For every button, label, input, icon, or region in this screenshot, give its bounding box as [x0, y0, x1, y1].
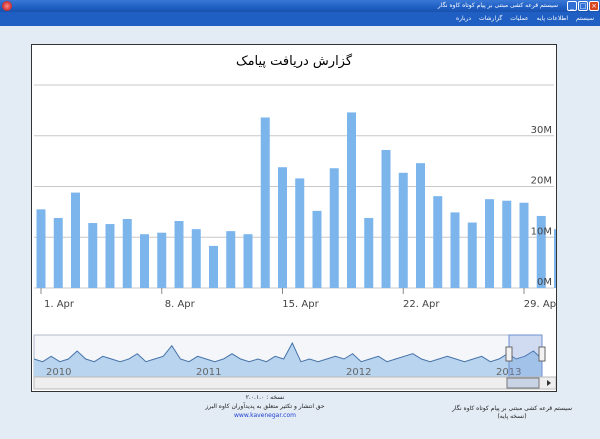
navigator-year-label: 2012: [346, 367, 371, 378]
bars: [36, 112, 556, 288]
y-tick-label: 0M: [537, 277, 552, 288]
bar: [88, 223, 98, 288]
y-tick-label: 20M: [531, 176, 552, 187]
footer-left: نسخه : ۲.۰.۱.۰ حق انتشار و تکثیر متعلق ب…: [150, 393, 380, 420]
bar: [485, 199, 494, 288]
menu-item-about[interactable]: درباره: [456, 12, 471, 26]
bar: [364, 217, 374, 288]
scrollbar-thumb[interactable]: [506, 377, 540, 389]
bar: [398, 172, 408, 288]
navigator-year-label: 2010: [46, 367, 71, 378]
scrollbar-track: [33, 376, 556, 390]
bar: [36, 209, 46, 288]
menu-item-base-info[interactable]: اطلاعات پایه: [537, 12, 568, 26]
bar: [174, 221, 184, 288]
maximize-button[interactable]: □: [578, 1, 588, 11]
close-button[interactable]: ×: [589, 1, 599, 11]
x-tick-label: 29. Apr: [524, 299, 556, 310]
bar: [140, 234, 149, 288]
menu-item-reports[interactable]: گزارشات: [479, 12, 502, 26]
version-text: نسخه : ۲.۰.۱.۰: [245, 394, 285, 401]
navigator-selection[interactable]: [508, 334, 543, 378]
x-tick-label: 8. Apr: [165, 299, 196, 310]
website-link[interactable]: www.kavenegar.com: [150, 411, 380, 420]
chart-title: گزارش دریافت پیامک: [236, 53, 353, 69]
edition-text: (نسخه پایه): [497, 413, 527, 420]
menu: سیستم اطلاعات پایه عملیات گزارشات درباره: [456, 12, 594, 26]
bar: [243, 234, 253, 288]
bar: [295, 178, 305, 288]
bar: [226, 231, 236, 288]
x-axis-ticks: 1. Apr8. Apr15. Apr22. Apr29. Apr6. May: [40, 288, 556, 310]
bar: [450, 212, 460, 288]
bar: [554, 229, 556, 288]
bar: [191, 229, 201, 288]
bar: [260, 117, 270, 288]
bar: [209, 245, 218, 288]
minimize-button[interactable]: _: [567, 1, 577, 11]
bar: [381, 149, 391, 288]
bar: [312, 210, 322, 288]
window-title: سیستم قرعه کشی مبتنی بر پیام کوتاه کاوه …: [437, 2, 558, 9]
title-bar: سیستم قرعه کشی مبتنی بر پیام کوتاه کاوه …: [0, 0, 600, 12]
bar: [71, 192, 80, 288]
y-tick-label: 30M: [531, 125, 552, 136]
bar: [467, 222, 477, 288]
bar: [53, 217, 63, 288]
bar-chart: گزارش دریافت پیامک 0M 10M 20M 30M 1. Apr 8. …: [33, 53, 556, 390]
bar: [433, 196, 443, 288]
app-icon[interactable]: [2, 1, 12, 11]
navigator[interactable]: 2010201120122013: [33, 334, 556, 390]
x-tick-label: 22. Apr: [403, 299, 440, 310]
menu-item-system[interactable]: سیستم: [576, 12, 594, 26]
bar: [278, 167, 287, 288]
navigator-year-label: 2011: [196, 367, 221, 378]
chart-panel: گزارش دریافت پیامک 0M 10M 20M 30M 1. Apr 8. …: [31, 44, 557, 392]
bar: [502, 200, 512, 288]
menu-item-operations[interactable]: عملیات: [510, 12, 528, 26]
x-tick-label: 15. Apr: [282, 299, 319, 310]
footer-right: سیستم قرعه کشی مبتنی بر پیام کوتاه کاوه …: [432, 405, 592, 421]
bar: [519, 202, 529, 288]
minimize-icon: _: [570, 2, 574, 10]
bar: [105, 224, 115, 288]
bar: [347, 112, 356, 288]
bar: [157, 232, 167, 288]
y-tick-label: 10M: [531, 226, 552, 237]
navigator-handle[interactable]: [538, 346, 546, 362]
menu-bar: سیستم اطلاعات پایه عملیات گزارشات درباره: [0, 12, 600, 26]
bar: [329, 168, 339, 288]
bar: [122, 218, 132, 288]
close-icon: ×: [591, 2, 597, 10]
product-text: سیستم قرعه کشی مبتنی بر پیام کوتاه کاوه …: [451, 405, 573, 412]
navigator-handle[interactable]: [505, 346, 513, 362]
maximize-icon: □: [579, 2, 587, 10]
bar: [416, 163, 425, 288]
x-tick-label: 1. Apr: [44, 299, 75, 310]
copyright-text: حق انتشار و تکثیر متعلق به پدیدآوران کاو…: [205, 403, 325, 410]
